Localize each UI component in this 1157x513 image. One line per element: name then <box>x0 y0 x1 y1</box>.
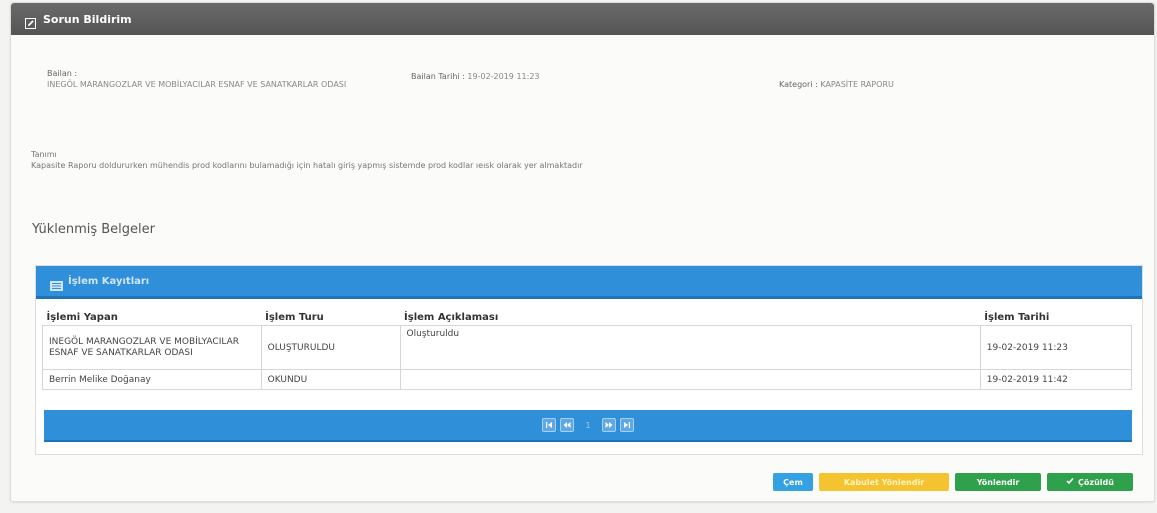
applicant-label: Bailan : <box>47 69 78 78</box>
table-row[interactable]: Berrin Melike Doğanay OKUNDU 19-02-2019 … <box>42 369 1133 390</box>
process-records-header: İşlem Kayıtları <box>36 266 1142 299</box>
next-page-icon[interactable] <box>601 418 616 432</box>
application-date-value: 19-02-2019 11:23 <box>467 72 540 81</box>
column-header-date[interactable]: İşlem Tarihi <box>980 306 1131 326</box>
applicant-info: Bailan : INEGÖL MARANGOZLAR VE MOBİLYACI… <box>47 68 377 90</box>
applicant-value: INEGÖL MARANGOZLAR VE MOBİLYACILAR ESNAF… <box>47 80 347 89</box>
category-info: Kategori : KAPASİTE RAPORU <box>779 79 894 90</box>
issue-report-panel: Sorun Bildirim Bailan : INEGÖL MARANGOZL… <box>10 2 1155 502</box>
cell-date: 19-02-2019 11:23 <box>979 325 1133 370</box>
action-buttons: Çem Kabulet Yönlendir Yönlendir Çözüldü <box>773 473 1139 493</box>
check-icon <box>1066 477 1074 487</box>
application-date-label: Bailan Tarihi : <box>411 72 465 81</box>
process-records-panel: İşlem Kayıtları İşlemi Yapan İşlem Turu … <box>35 265 1143 455</box>
panel-title: Sorun Bildirim <box>43 12 132 26</box>
prev-page-icon[interactable] <box>560 418 575 432</box>
cell-performed-by: Berrin Melike Doğanay <box>42 369 262 390</box>
table-row[interactable]: INEGÖL MARANGOZLAR VE MOBİLYACILAR ESNAF… <box>42 325 1133 370</box>
first-page-icon[interactable] <box>542 418 557 432</box>
cell-type: OKUNDU <box>260 369 401 390</box>
cell-type: OLUŞTURULDU <box>260 325 401 370</box>
current-page-number[interactable]: 1 <box>585 421 590 430</box>
forward-button[interactable]: Yönlendir <box>955 473 1041 491</box>
column-header-description[interactable]: İşlem Açıklaması <box>400 306 980 326</box>
cell-date: 19-02-2019 11:42 <box>979 369 1133 390</box>
cell-description: Oluşturuldu <box>399 325 981 370</box>
solved-button-label: Çözüldü <box>1078 477 1114 487</box>
description-block: Tanımı Kapasite Raporu doldururken mühen… <box>31 149 1131 171</box>
solved-button[interactable]: Çözüldü <box>1047 473 1133 491</box>
pagination-bar: 1 <box>44 410 1132 442</box>
close-button[interactable]: Çem <box>773 473 813 491</box>
edit-icon <box>25 14 36 29</box>
category-label: Kategori : <box>779 80 818 89</box>
cell-performed-by: INEGÖL MARANGOZLAR VE MOBİLYACILAR ESNAF… <box>42 325 262 370</box>
process-records-table: İşlemi Yapan İşlem Turu İşlem Açıklaması… <box>42 306 1133 390</box>
description-label: Tanımı <box>31 150 57 159</box>
process-records-title: İşlem Kayıtları <box>68 275 150 287</box>
category-value: KAPASİTE RAPORU <box>820 80 894 89</box>
application-date-info: Bailan Tarihi : 19-02-2019 11:23 <box>411 71 540 82</box>
table-header-row: İşlemi Yapan İşlem Turu İşlem Açıklaması… <box>43 306 1132 326</box>
description-text: Kapasite Raporu doldururken mühendis pro… <box>31 161 583 170</box>
uploaded-documents-title: Yüklenmiş Belgeler <box>32 222 155 237</box>
cell-description <box>399 369 981 390</box>
list-icon <box>50 276 63 291</box>
panel-title-bar: Sorun Bildirim <box>11 3 1154 35</box>
column-header-type[interactable]: İşlem Turu <box>261 306 400 326</box>
last-page-icon[interactable] <box>619 418 634 432</box>
accept-and-forward-button[interactable]: Kabulet Yönlendir <box>819 473 949 491</box>
column-header-performed-by[interactable]: İşlemi Yapan <box>43 306 262 326</box>
